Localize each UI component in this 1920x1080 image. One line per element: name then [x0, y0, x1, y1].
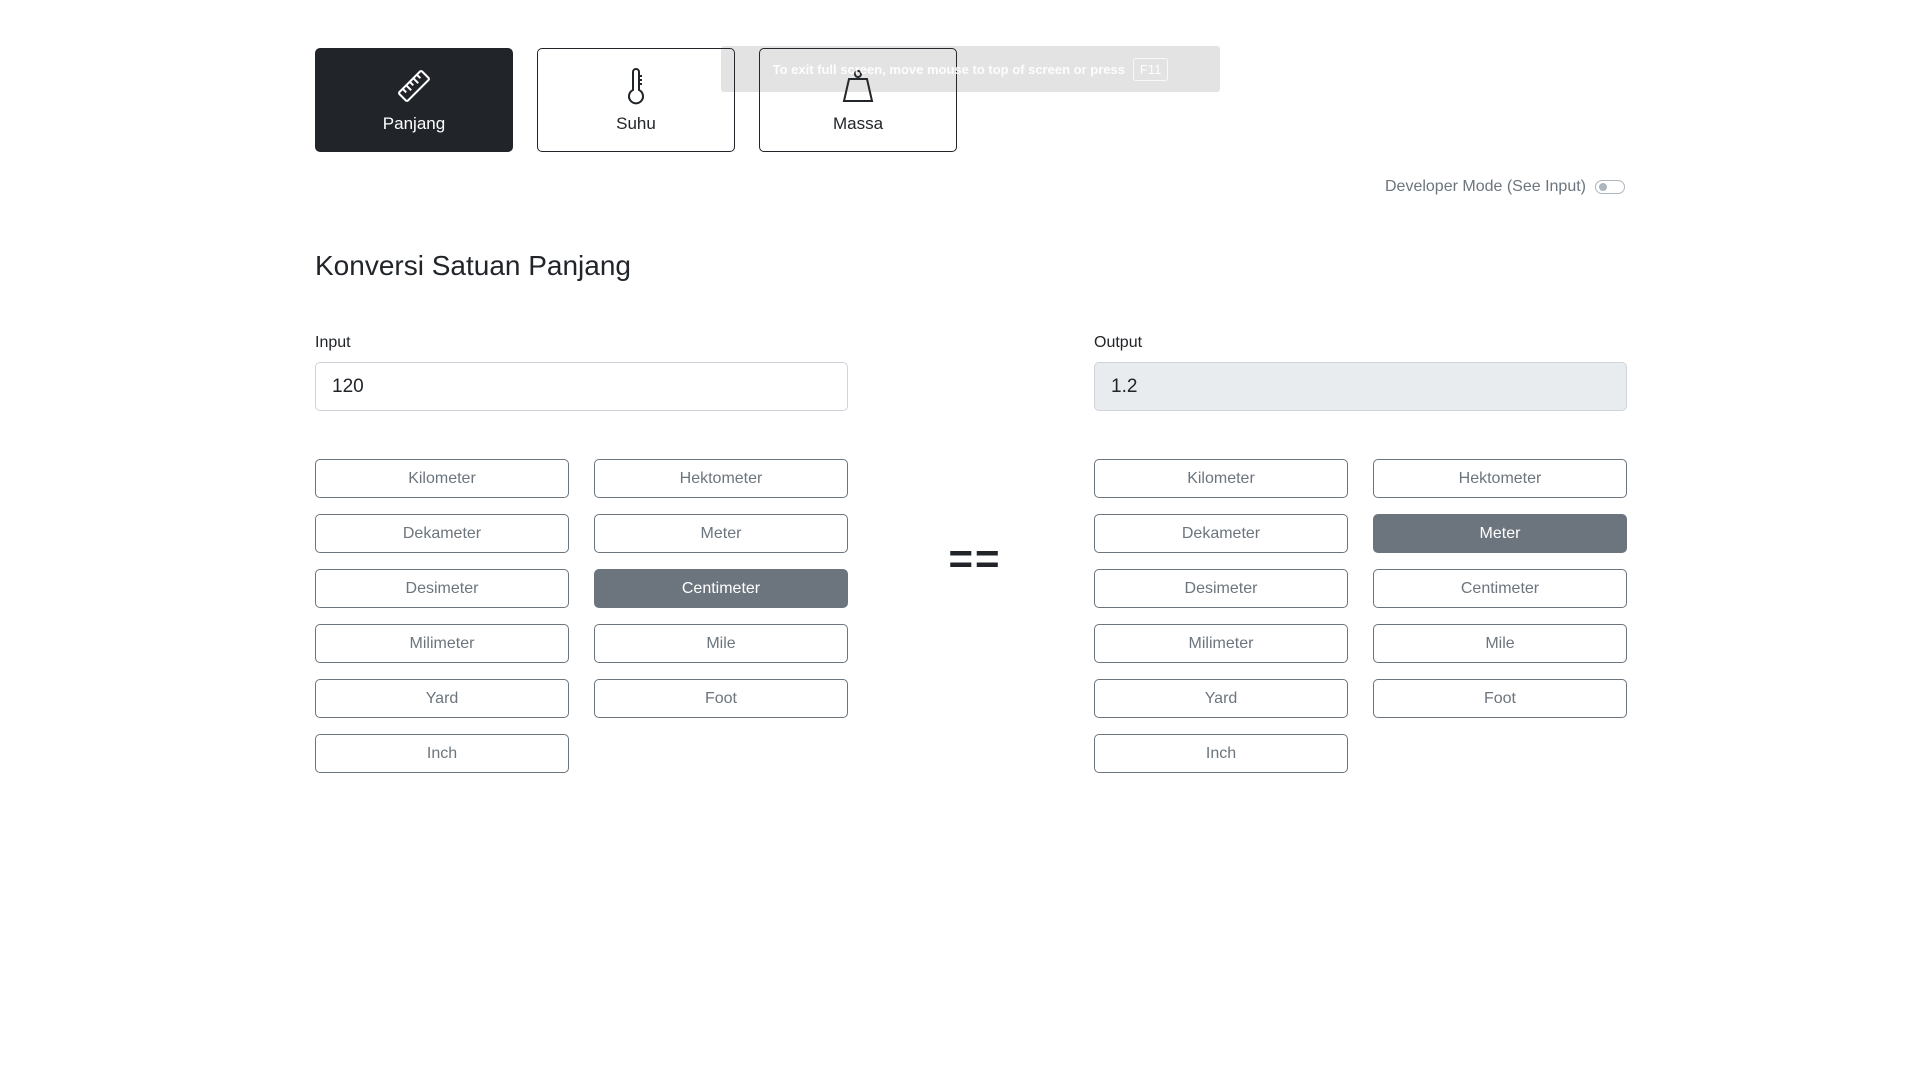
input-unit-desimeter[interactable]: Desimeter — [315, 569, 569, 608]
input-unit-hektometer[interactable]: Hektometer — [594, 459, 848, 498]
category-label: Panjang — [382, 114, 446, 133]
thermometer-icon — [616, 66, 656, 106]
output-unit-meter[interactable]: Meter — [1373, 514, 1627, 553]
output-unit-kilometer[interactable]: Kilometer — [1094, 459, 1348, 498]
input-unit-dekameter[interactable]: Dekameter — [315, 514, 569, 553]
ruler-icon — [394, 66, 434, 106]
input-field[interactable] — [315, 362, 848, 411]
input-unit-mile[interactable]: Mile — [594, 624, 848, 663]
output-unit-inch[interactable]: Inch — [1094, 734, 1348, 773]
input-panel: Input Kilometer Hektometer Dekameter Met… — [315, 334, 848, 773]
output-field[interactable] — [1094, 362, 1627, 411]
weight-icon — [838, 66, 878, 106]
category-panjang[interactable]: Panjang — [315, 48, 513, 152]
output-unit-yard[interactable]: Yard — [1094, 679, 1348, 718]
input-unit-meter[interactable]: Meter — [594, 514, 848, 553]
category-tabs: Panjang Suhu Massa — [315, 48, 957, 152]
output-unit-desimeter[interactable]: Desimeter — [1094, 569, 1348, 608]
output-unit-grid: Kilometer Hektometer Dekameter Meter Des… — [1094, 459, 1627, 773]
output-unit-mile[interactable]: Mile — [1373, 624, 1627, 663]
developer-mode-toggle[interactable] — [1595, 180, 1625, 194]
output-panel: Output Kilometer Hektometer Dekameter Me… — [1094, 334, 1627, 773]
developer-mode-label: Developer Mode (See Input) — [1385, 178, 1586, 195]
input-unit-kilometer[interactable]: Kilometer — [315, 459, 569, 498]
output-unit-foot[interactable]: Foot — [1373, 679, 1627, 718]
input-unit-yard[interactable]: Yard — [315, 679, 569, 718]
input-unit-grid: Kilometer Hektometer Dekameter Meter Des… — [315, 459, 848, 773]
toggle-knob — [1599, 183, 1607, 191]
input-unit-milimeter[interactable]: Milimeter — [315, 624, 569, 663]
equals-sign: == — [948, 535, 1002, 582]
output-unit-hektometer[interactable]: Hektometer — [1373, 459, 1627, 498]
category-label: Massa — [832, 114, 884, 133]
category-label: Suhu — [616, 114, 656, 133]
output-unit-milimeter[interactable]: Milimeter — [1094, 624, 1348, 663]
input-unit-centimeter[interactable]: Centimeter — [594, 569, 848, 608]
output-unit-centimeter[interactable]: Centimeter — [1373, 569, 1627, 608]
category-massa[interactable]: Massa — [759, 48, 957, 152]
input-unit-foot[interactable]: Foot — [594, 679, 848, 718]
page-title: Konversi Satuan Panjang — [315, 250, 631, 281]
converter-container: Panjang Suhu Massa To exit full screen, … — [315, 0, 1627, 1080]
output-label: Output — [1094, 334, 1143, 351]
developer-mode: Developer Mode (See Input) — [1385, 178, 1625, 196]
input-unit-inch[interactable]: Inch — [315, 734, 569, 773]
fullscreen-exit-key: F11 — [1132, 57, 1169, 81]
category-suhu[interactable]: Suhu — [537, 48, 735, 152]
input-label: Input — [315, 334, 351, 351]
output-unit-dekameter[interactable]: Dekameter — [1094, 514, 1348, 553]
